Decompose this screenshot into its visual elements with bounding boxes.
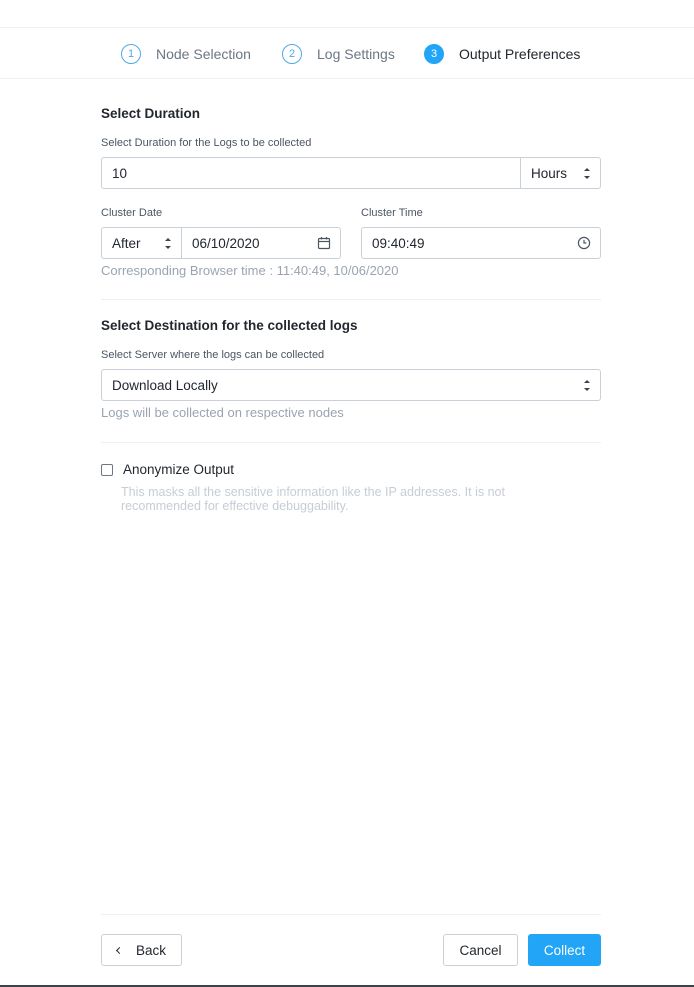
section-divider [101, 442, 601, 443]
anonymize-checkbox[interactable] [101, 464, 113, 476]
cluster-time-label: Cluster Time [361, 207, 423, 219]
select-arrows-icon [584, 168, 590, 179]
date-relation-value: After [112, 235, 141, 251]
step-number: 3 [424, 44, 444, 64]
footer-divider [101, 914, 601, 915]
back-button[interactable]: Back [101, 934, 182, 966]
section-divider [101, 299, 601, 300]
anonymize-description: This masks all the sensitive information… [121, 485, 505, 513]
destination-heading: Select Destination for the collected log… [101, 318, 358, 333]
clock-icon[interactable] [577, 236, 591, 250]
duration-unit-value: Hours [531, 165, 568, 181]
date-relation-select[interactable]: After [101, 227, 182, 259]
cluster-time-value: 09:40:49 [372, 235, 425, 251]
select-arrows-icon [165, 238, 171, 249]
cluster-date-input[interactable]: 06/10/2020 [181, 227, 341, 259]
step-label: Output Preferences [459, 46, 581, 62]
duration-sublabel: Select Duration for the Logs to be colle… [101, 137, 312, 149]
step-output-preferences[interactable]: 3 Output Preferences [424, 44, 580, 64]
duration-unit-select[interactable]: Hours [520, 157, 601, 189]
destination-server-select[interactable]: Download Locally [101, 369, 601, 401]
top-header-band [0, 0, 694, 28]
cancel-button-label: Cancel [459, 942, 502, 958]
step-number: 2 [282, 44, 302, 64]
step-label: Log Settings [317, 46, 395, 62]
collect-button-label: Collect [543, 942, 586, 958]
destination-selected-value: Download Locally [112, 377, 218, 393]
cluster-date-label: Cluster Date [101, 207, 163, 219]
duration-heading: Select Duration [101, 106, 201, 121]
calendar-icon[interactable] [317, 236, 331, 250]
destination-hint: Logs will be collected on respective nod… [101, 405, 344, 420]
step-number: 1 [121, 44, 141, 64]
collect-button[interactable]: Collect [528, 934, 601, 966]
destination-sublabel: Select Server where the logs can be coll… [101, 349, 325, 361]
browser-time-hint: Corresponding Browser time : 11:40:49, 1… [101, 263, 399, 278]
duration-value-input[interactable]: 10 [101, 157, 521, 189]
wizard-stepper: 1 Node Selection 2 Log Settings 3 Output… [0, 28, 694, 79]
step-log-settings[interactable]: 2 Log Settings [282, 44, 395, 64]
cluster-date-value: 06/10/2020 [192, 235, 260, 251]
back-button-label: Back [135, 942, 166, 958]
step-label: Node Selection [156, 46, 251, 62]
chevron-left-icon [115, 946, 124, 954]
select-arrows-icon [584, 380, 590, 391]
cancel-button[interactable]: Cancel [443, 934, 518, 966]
anonymize-label[interactable]: Anonymize Output [123, 462, 234, 477]
duration-value: 10 [112, 165, 128, 181]
cluster-time-input[interactable]: 09:40:49 [361, 227, 601, 259]
step-node-selection[interactable]: 1 Node Selection [121, 44, 251, 64]
